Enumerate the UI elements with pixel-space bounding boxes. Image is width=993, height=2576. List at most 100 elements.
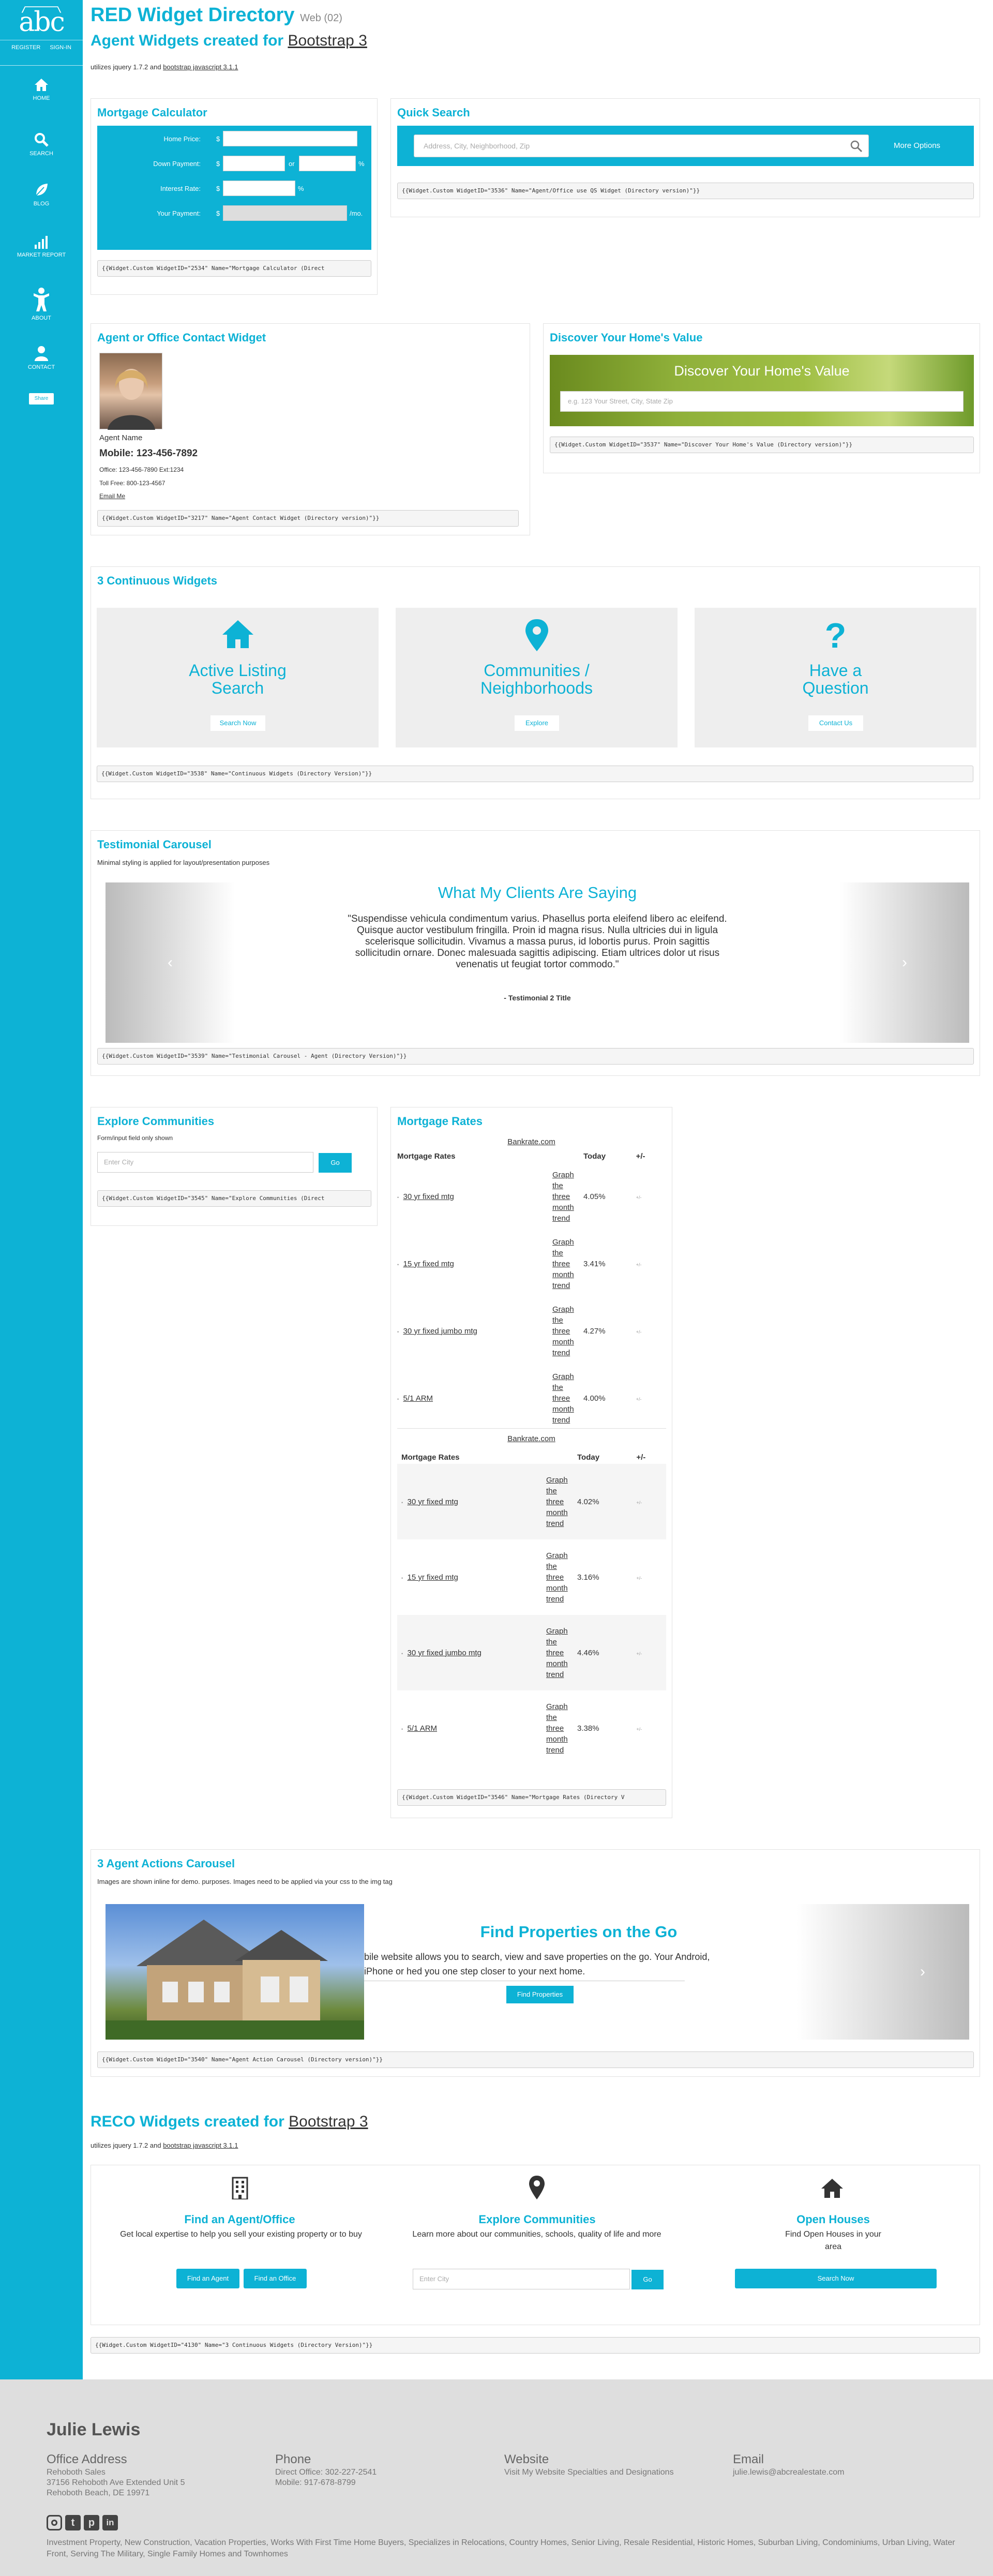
graph-cell[interactable]: Graph the three month trend	[542, 1464, 573, 1539]
twitter-icon[interactable]: t	[65, 2515, 81, 2530]
go-button[interactable]: Go	[319, 1153, 352, 1173]
rate-row: • 30 yr fixed mtg Graph the three month t…	[397, 1464, 666, 1539]
rate-name[interactable]: • 5/1 ARM	[397, 1690, 542, 1766]
bankrate-link[interactable]: Bankrate.com	[391, 1137, 672, 1146]
graph-trend-link[interactable]: Graph the three month trend	[552, 1304, 575, 1358]
email-me-link[interactable]: Email Me	[99, 492, 125, 500]
widget-title-line2: Neighborhoods	[480, 679, 593, 697]
graph-trend-link[interactable]: Graph the three month trend	[546, 1626, 569, 1680]
bootstrap-js-link[interactable]: bootstrap javascript 3.1.1	[163, 63, 238, 71]
nav-home[interactable]: HOME	[0, 78, 83, 101]
carousel-next-icon[interactable]: ›	[840, 882, 969, 1043]
search-icon[interactable]	[850, 140, 863, 153]
nav-search[interactable]: SEARCH	[0, 132, 83, 157]
graph-trend-link[interactable]: Graph the three month trend	[552, 1170, 575, 1224]
graph-cell[interactable]: Graph the three month trend	[548, 1163, 579, 1230]
expand-icon[interactable]: •	[397, 1329, 399, 1335]
payment-output	[223, 205, 347, 221]
graph-trend-link[interactable]: Graph the three month trend	[552, 1371, 575, 1426]
home-price-input[interactable]	[223, 131, 357, 146]
actions-note: Images are shown inline for demo. purpos…	[97, 1878, 393, 1885]
percent-sign: %	[358, 160, 365, 168]
expand-icon[interactable]: •	[397, 1262, 399, 1267]
signin-link[interactable]: SIGN-IN	[50, 44, 71, 51]
find-properties-button[interactable]: Find Properties	[506, 1986, 574, 2003]
rate-link[interactable]: 5/1 ARM	[403, 1394, 433, 1403]
linkedin-icon[interactable]: in	[102, 2515, 118, 2530]
version-text: Web (02)	[300, 12, 342, 24]
graph-cell[interactable]: Graph the three month trend	[548, 1230, 579, 1297]
graph-cell[interactable]: Graph the three month trend	[548, 1365, 579, 1432]
panel-title: Explore Communities	[97, 1115, 215, 1128]
expand-icon[interactable]: •	[397, 1195, 399, 1200]
carousel-next-icon[interactable]: ›	[876, 1904, 969, 2040]
graph-trend-link[interactable]: Graph the three month trend	[546, 1550, 569, 1605]
reco-city-input[interactable]: Enter City	[413, 2269, 630, 2289]
down-payment-percent-input[interactable]	[299, 156, 356, 171]
rate-name[interactable]: • 5/1 ARM	[393, 1365, 548, 1432]
register-link[interactable]: REGISTER	[11, 44, 40, 51]
nav-contact[interactable]: CONTACT	[0, 346, 83, 370]
bootstrap-js-link[interactable]: bootstrap javascript 3.1.1	[163, 2141, 238, 2149]
panel-title: 3 Agent Actions Carousel	[97, 1857, 235, 1870]
rate-link[interactable]: 5/1 ARM	[408, 1724, 438, 1733]
expand-icon[interactable]: •	[401, 1500, 403, 1505]
find-agent-button[interactable]: Find an Agent	[176, 2269, 239, 2288]
email-link[interactable]: julie.lewis@abcrealestate.com	[733, 2467, 844, 2478]
graph-cell[interactable]: Graph the three month trend	[542, 1539, 573, 1615]
rate-name[interactable]: • 30 yr fixed jumbo mtg	[393, 1297, 548, 1365]
bankrate-link[interactable]: Bankrate.com	[391, 1434, 672, 1443]
graph-cell[interactable]: Graph the three month trend	[542, 1690, 573, 1766]
home-address-input[interactable]: e.g. 123 Your Street, City, State Zip	[560, 391, 964, 412]
down-payment-amount-input[interactable]	[223, 156, 285, 171]
graph-cell[interactable]: Graph the three month trend	[548, 1297, 579, 1365]
share-button[interactable]: Share	[29, 393, 54, 405]
city-input[interactable]: Enter City	[97, 1152, 313, 1173]
search-now-button[interactable]: Search Now	[210, 715, 265, 731]
expand-icon[interactable]: •	[401, 1651, 403, 1656]
rate-row: • 30 yr fixed jumbo mtg Graph the three m…	[397, 1615, 666, 1690]
bootstrap-link[interactable]: Bootstrap 3	[289, 2113, 368, 2130]
website-link[interactable]: Visit My Website Specialties and Designa…	[504, 2467, 674, 2478]
rate-name[interactable]: • 15 yr fixed mtg	[393, 1230, 548, 1297]
instagram-icon[interactable]	[47, 2515, 62, 2530]
graph-trend-link[interactable]: Graph the three month trend	[552, 1237, 575, 1291]
expand-icon[interactable]: •	[401, 1576, 403, 1581]
rate-name[interactable]: • 30 yr fixed mtg	[393, 1163, 548, 1230]
more-options-link[interactable]: More Options	[894, 141, 940, 150]
pinterest-icon[interactable]: p	[84, 2515, 99, 2530]
interest-rate-input[interactable]	[223, 181, 295, 196]
rate-name[interactable]: • 15 yr fixed mtg	[397, 1539, 542, 1615]
find-office-button[interactable]: Find an Office	[244, 2269, 307, 2288]
nav-blog[interactable]: BLOG	[0, 182, 83, 207]
col-header: +/-	[636, 1453, 646, 1462]
explore-button[interactable]: Explore	[515, 715, 559, 731]
expand-icon[interactable]: •	[397, 1397, 399, 1402]
rate-link[interactable]: 30 yr fixed jumbo mtg	[408, 1649, 482, 1657]
quick-search-input[interactable]: Address, City, Neighborhood, Zip	[414, 134, 869, 157]
leaf-icon	[36, 184, 48, 196]
actions-carousel: › Find Properties on the Go bile website…	[106, 1904, 969, 2040]
rate-name[interactable]: • 30 yr fixed jumbo mtg	[397, 1615, 542, 1690]
expand-icon[interactable]: •	[401, 1727, 403, 1732]
nav-about[interactable]: ABOUT	[0, 287, 83, 321]
rate-link[interactable]: 15 yr fixed mtg	[408, 1573, 458, 1582]
graph-trend-link[interactable]: Graph the three month trend	[546, 1701, 569, 1756]
reco-go-button[interactable]: Go	[631, 2270, 664, 2289]
carousel-prev-icon[interactable]: ‹	[106, 882, 235, 1043]
nav-market-report[interactable]: MARKET REPORT	[0, 235, 83, 258]
graph-trend-link[interactable]: Graph the three month trend	[546, 1475, 569, 1529]
open-houses-search-button[interactable]: Search Now	[735, 2269, 937, 2288]
rate-row: • 15 yr fixed mtg Graph the three month t…	[393, 1230, 662, 1297]
rate-change: +/-	[632, 1230, 662, 1297]
logo[interactable]: abc	[0, 0, 83, 40]
rate-link[interactable]: 15 yr fixed mtg	[403, 1260, 454, 1268]
bootstrap-link[interactable]: Bootstrap 3	[288, 32, 367, 49]
contact-us-button[interactable]: Contact Us	[808, 715, 863, 731]
rate-link[interactable]: 30 yr fixed mtg	[403, 1192, 454, 1201]
graph-cell[interactable]: Graph the three month trend	[542, 1615, 573, 1690]
rate-name[interactable]: • 30 yr fixed mtg	[397, 1464, 542, 1539]
nav-label: ABOUT	[32, 315, 51, 321]
rate-link[interactable]: 30 yr fixed mtg	[408, 1497, 458, 1506]
rate-link[interactable]: 30 yr fixed jumbo mtg	[403, 1327, 477, 1336]
